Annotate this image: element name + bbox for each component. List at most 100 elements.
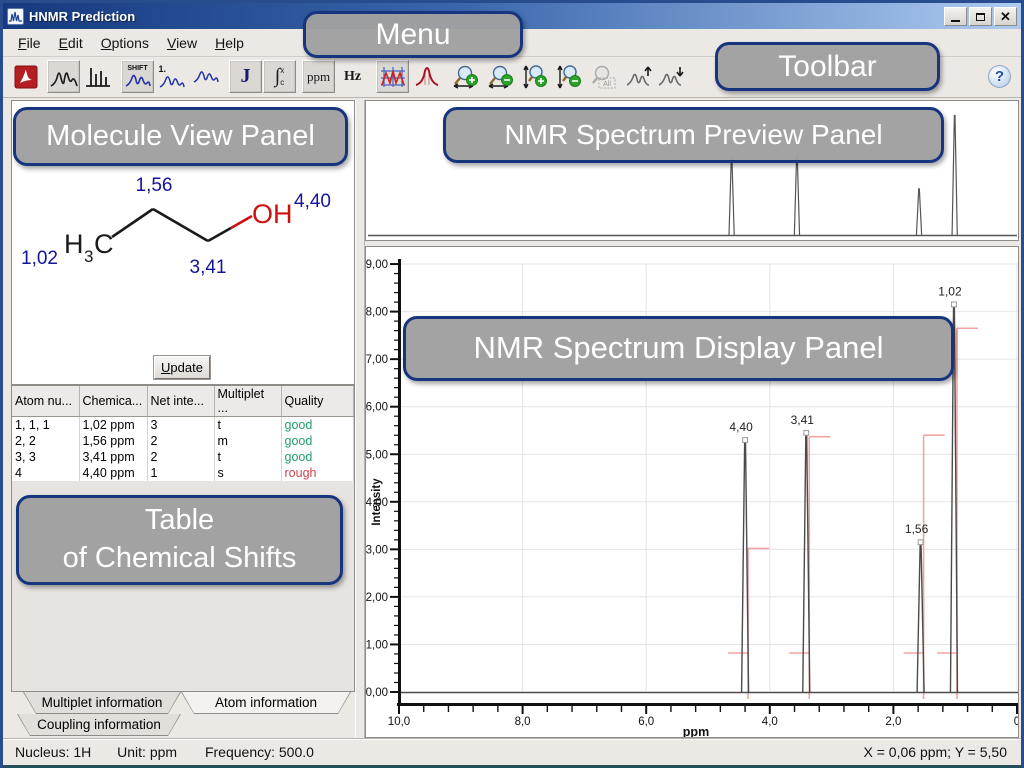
tab-atom-information[interactable]: Atom information bbox=[181, 692, 351, 714]
decrease-intensity-button[interactable] bbox=[655, 60, 688, 93]
x-tick-label: 2,0 bbox=[885, 716, 901, 728]
zoom-out-horizontal-icon bbox=[488, 64, 516, 90]
annotation-shift-table: Tableof Chemical Shifts bbox=[16, 495, 343, 585]
grid-peaks-icon bbox=[380, 65, 406, 89]
menu-options[interactable]: Options bbox=[92, 32, 158, 54]
menu-view[interactable]: View bbox=[158, 32, 206, 54]
zoom-in-vertical-button[interactable] bbox=[518, 60, 551, 93]
peak-shape-button[interactable] bbox=[410, 60, 443, 93]
maximize-button[interactable] bbox=[969, 7, 992, 26]
status-frequency: Frequency: 500.0 bbox=[205, 744, 314, 760]
chemical-shift-table[interactable]: Atom nu... Chemica... Net inte... Multip… bbox=[12, 386, 354, 481]
blue-peaks-icon bbox=[125, 72, 151, 88]
table-row[interactable]: 2, 21,56 ppm 2m good bbox=[12, 433, 354, 449]
col-header-multiplet[interactable]: Multiplet ... bbox=[214, 386, 281, 417]
minimize-icon bbox=[951, 20, 960, 22]
close-button[interactable]: ✕ bbox=[994, 7, 1017, 26]
zoom-out-vertical-icon bbox=[556, 64, 582, 90]
zoom-all-button: All bbox=[586, 60, 619, 93]
annotation-preview-panel: NMR Spectrum Preview Panel bbox=[443, 107, 944, 163]
menu-edit[interactable]: Edit bbox=[50, 32, 92, 54]
y-tick-label: 3,00 bbox=[366, 544, 388, 556]
spectrum-peak[interactable] bbox=[742, 440, 749, 692]
zoom-out-horizontal-button[interactable] bbox=[485, 60, 518, 93]
table-row[interactable]: 3, 33,41 ppm 2t good bbox=[12, 449, 354, 465]
integral-sub: c bbox=[280, 77, 284, 88]
increase-intensity-button[interactable] bbox=[623, 60, 656, 93]
shift-label-1-56: 1,56 bbox=[136, 175, 173, 196]
table-row[interactable]: 1, 1, 11,02 ppm 3t good bbox=[12, 417, 354, 433]
table-row[interactable]: 44,40 ppm 1s rough bbox=[12, 465, 354, 481]
col-header-atom[interactable]: Atom nu... bbox=[12, 386, 79, 417]
methyl-h: H bbox=[64, 229, 84, 259]
shift-prediction-button[interactable]: SHIFT bbox=[121, 60, 154, 93]
y-tick-label: 0,00 bbox=[366, 687, 388, 699]
tab-row-1: Multiplet information Atom information bbox=[11, 692, 355, 714]
unit-hz-button[interactable]: Hz bbox=[336, 60, 369, 93]
help-button[interactable]: ? bbox=[988, 65, 1011, 88]
preview-peak[interactable] bbox=[916, 189, 921, 235]
stick-spectrum-button[interactable] bbox=[81, 60, 114, 93]
peak-top-marker bbox=[918, 540, 923, 545]
preview-peak[interactable] bbox=[794, 155, 799, 235]
x-tick-label: 8,0 bbox=[515, 716, 531, 728]
close-icon: ✕ bbox=[1000, 10, 1011, 23]
minimize-button[interactable] bbox=[944, 7, 967, 26]
annotation-molecule-panel: Molecule View Panel bbox=[13, 107, 348, 166]
menu-help[interactable]: Help bbox=[206, 32, 253, 54]
blue-peaks-icon bbox=[193, 69, 219, 84]
svg-text:All: All bbox=[603, 81, 611, 88]
x-tick-label: 6,0 bbox=[638, 716, 654, 728]
first-order-spectrum-button[interactable]: 1. bbox=[155, 60, 188, 93]
tab-row-2: Coupling information bbox=[11, 714, 355, 736]
peak-label: 1,02 bbox=[938, 284, 962, 298]
peaks-up-icon bbox=[626, 64, 654, 90]
window-title: HNMR Prediction bbox=[29, 9, 135, 24]
y-tick-label: 9,00 bbox=[366, 259, 388, 271]
integral-button[interactable]: ∫ x c bbox=[263, 60, 296, 93]
zoom-out-vertical-button[interactable] bbox=[552, 60, 585, 93]
first-order-label: 1. bbox=[159, 65, 167, 74]
update-button[interactable]: Update bbox=[154, 356, 210, 379]
curve-spectrum-button[interactable] bbox=[47, 60, 80, 93]
methyl-c: C bbox=[94, 229, 114, 259]
peak-label: 1,56 bbox=[905, 522, 929, 536]
app-icon bbox=[7, 8, 24, 25]
coupling-constants-button[interactable]: J bbox=[229, 60, 262, 93]
toggle-grid-button[interactable] bbox=[376, 60, 409, 93]
hydroxyl-label: OH bbox=[252, 199, 293, 229]
preview-peak[interactable] bbox=[729, 157, 734, 235]
tab-multiplet-information[interactable]: Multiplet information bbox=[23, 692, 181, 714]
peak-label: 4,40 bbox=[729, 420, 753, 434]
peak-label: 3,41 bbox=[791, 413, 815, 427]
pdf-icon bbox=[13, 64, 39, 90]
y-axis-title: Intensity bbox=[371, 478, 383, 526]
quality-cell: good bbox=[281, 433, 354, 449]
full-spectrum-button[interactable] bbox=[189, 60, 222, 93]
export-pdf-button[interactable] bbox=[9, 60, 42, 93]
bond-c-o-black bbox=[208, 228, 231, 241]
methyl-sub: 3 bbox=[84, 247, 93, 266]
help-icon: ? bbox=[995, 68, 1004, 85]
hz-label: Hz bbox=[344, 69, 361, 85]
col-header-quality[interactable]: Quality bbox=[281, 386, 354, 417]
peak-top-marker bbox=[952, 302, 957, 307]
col-header-integral[interactable]: Net inte... bbox=[147, 386, 214, 417]
menu-file[interactable]: File bbox=[9, 32, 50, 54]
col-header-shift[interactable]: Chemica... bbox=[79, 386, 147, 417]
status-unit: Unit: ppm bbox=[117, 744, 177, 760]
tab-coupling-information[interactable]: Coupling information bbox=[17, 714, 181, 736]
panel-splitter[interactable] bbox=[355, 100, 365, 738]
annotation-display-panel: NMR Spectrum Display Panel bbox=[403, 316, 954, 381]
preview-peak[interactable] bbox=[952, 116, 957, 235]
quality-cell: good bbox=[281, 449, 354, 465]
zoom-in-horizontal-icon bbox=[453, 64, 481, 90]
bond-c-o-red bbox=[231, 216, 252, 228]
x-tick-label: 10,0 bbox=[388, 716, 410, 728]
zoom-in-horizontal-button[interactable] bbox=[450, 60, 483, 93]
quality-cell: rough bbox=[281, 465, 354, 481]
quality-cell: good bbox=[281, 417, 354, 433]
unit-ppm-button[interactable]: ppm bbox=[302, 60, 335, 93]
y-tick-label: 7,00 bbox=[366, 354, 388, 366]
y-tick-label: 6,00 bbox=[366, 402, 388, 414]
